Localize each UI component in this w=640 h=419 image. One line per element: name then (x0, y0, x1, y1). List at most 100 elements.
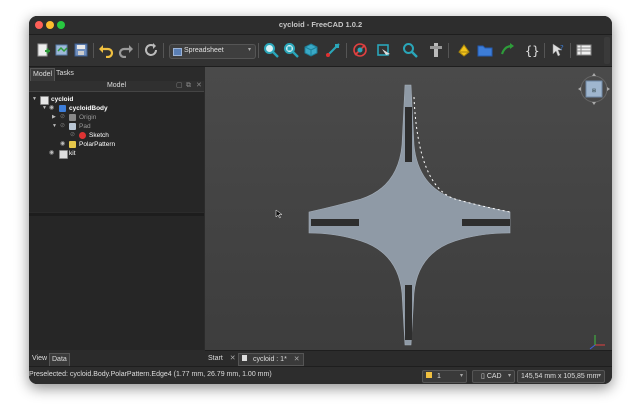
toolbar-scroll-handle[interactable] (604, 37, 610, 64)
visibility-eye-icon[interactable]: ◉ (49, 104, 54, 113)
cursor-icon (275, 209, 283, 219)
title-bar: cycloid - FreeCAD 1.0.2 (29, 16, 612, 35)
tree-item-document[interactable]: ▼ cycloid (29, 95, 204, 105)
tab-label: Start (208, 355, 223, 362)
visibility-hidden-icon[interactable]: ⊘ (60, 113, 65, 122)
stereo-icon[interactable] (375, 41, 393, 59)
visibility-hidden-icon[interactable]: ⊘ (60, 122, 65, 131)
open-file-icon[interactable] (53, 41, 71, 59)
navigation-cube[interactable]: ⊞ (578, 73, 610, 105)
tab-label: cycloid : 1* (252, 356, 287, 363)
model-header: Model ▢ ⧉ ✕ (29, 81, 204, 92)
tree-item-pad[interactable]: ▼ ⊘ Pad (29, 122, 204, 131)
expand-down-icon[interactable]: ▼ (52, 122, 57, 131)
toolbar-separator (93, 43, 94, 58)
polar-pattern-icon (69, 141, 76, 148)
tab-cycloid[interactable]: cycloid : 1* ✕ (238, 353, 304, 366)
link-icon[interactable] (498, 41, 516, 59)
fit-all-icon[interactable] (262, 41, 280, 59)
toolbar-separator (544, 43, 545, 58)
property-tabs: View Data (29, 352, 204, 366)
fit-selection-icon[interactable] (282, 41, 300, 59)
navigation-style-value: CAD (486, 373, 502, 380)
view-cube-icon[interactable] (302, 41, 320, 59)
window-title: cycloid - FreeCAD 1.0.2 (278, 20, 363, 29)
pad-icon (69, 123, 76, 130)
visibility-eye-icon[interactable]: ◉ (49, 149, 54, 158)
folder-icon[interactable] (476, 41, 494, 59)
toolbar-separator (258, 43, 259, 58)
toolbar-separator (163, 43, 164, 58)
spreadsheet-icon[interactable] (575, 41, 593, 59)
unit-icon (426, 372, 432, 378)
visibility-eye-icon[interactable]: ◉ (60, 140, 65, 149)
tree-item-polar-pattern[interactable]: ◉ PolarPattern (29, 140, 204, 149)
tree-item-label: kit (69, 150, 76, 157)
zoom-icon[interactable] (401, 41, 419, 59)
svg-text:{}: {} (525, 44, 539, 58)
3d-viewport[interactable]: ⊞ (205, 67, 612, 350)
tab-start[interactable]: Start ✕ (208, 353, 236, 364)
sync-view-icon[interactable]: ▢ (176, 82, 183, 89)
mouse-icon: ▯ (481, 373, 485, 380)
close-icon[interactable]: ✕ (196, 82, 203, 89)
combo-view-panel: Model Tasks Model ▢ ⧉ ✕ ▼ cycloid ▼ ◉ cy… (29, 67, 204, 350)
chevron-down-icon: ▾ (507, 373, 511, 379)
tab-tasks[interactable]: Tasks (54, 68, 76, 80)
tab-data[interactable]: Data (49, 353, 70, 366)
macro-icon[interactable]: {} (522, 41, 540, 59)
save-icon[interactable] (72, 41, 90, 59)
close-icon[interactable]: ✕ (294, 356, 300, 363)
redo-icon[interactable] (117, 41, 135, 59)
tree-item-origin[interactable]: ▶ ⊘ Origin (29, 113, 204, 122)
tree-item-label: cycloidBody (69, 105, 108, 112)
expand-down-icon[interactable]: ▼ (32, 95, 37, 104)
axis-cross-icon (589, 335, 605, 350)
slot-top (405, 107, 412, 162)
new-file-icon[interactable] (34, 41, 52, 59)
sketch-icon (79, 132, 86, 139)
toolbar-separator (346, 43, 347, 58)
tree-item-kit[interactable]: ◉ kit (29, 149, 204, 159)
expand-down-icon[interactable]: ▼ (42, 104, 47, 113)
spreadsheet-workbench-icon (173, 48, 182, 56)
status-bar: Preselected: cycloid.Body.PolarPattern.E… (29, 366, 612, 384)
measure-icon[interactable] (324, 41, 342, 59)
tree-item-body[interactable]: ▼ ◉ cycloidBody (29, 104, 204, 113)
app-window: cycloid - FreeCAD 1.0.2 Spreadsheet ▾ {}… (29, 16, 612, 384)
tree-item-sketch[interactable]: ⊘ Sketch (29, 131, 204, 140)
toolbar-separator (570, 43, 571, 58)
svg-text:⊞: ⊞ (592, 88, 596, 94)
spreadsheet-object-icon (59, 150, 68, 159)
navigation-style-selector[interactable]: ▯ CAD ▾ (472, 370, 515, 383)
expand-right-icon[interactable]: ▶ (52, 113, 56, 122)
model-tree: ▼ cycloid ▼ ◉ cycloidBody ▶ ⊘ Origin ▼ ⊘… (29, 92, 204, 212)
origin-icon (69, 114, 76, 121)
document-tabs: Start ✕ cycloid : 1* ✕ (205, 350, 612, 366)
tree-item-label: cycloid (51, 96, 74, 103)
workbench-selector-value: Spreadsheet (184, 47, 224, 54)
part-design-icon[interactable] (455, 41, 473, 59)
slot-left (311, 219, 359, 226)
float-panel-icon[interactable]: ⧉ (186, 82, 193, 89)
workbench-selector[interactable]: Spreadsheet ▾ (169, 44, 256, 59)
draw-style-icon[interactable] (351, 41, 369, 59)
close-icon[interactable]: ✕ (230, 355, 236, 362)
property-view (29, 216, 204, 350)
toolbar-separator (448, 43, 449, 58)
visibility-hidden-icon[interactable]: ⊘ (70, 131, 75, 140)
tab-model[interactable]: Model (30, 68, 56, 81)
whats-this-icon[interactable]: ? (549, 41, 567, 59)
page-selector-value: 1 (436, 373, 441, 380)
cycloid-model-view[interactable]: ⊞ (205, 67, 612, 350)
chevron-down-icon: ▾ (459, 373, 463, 379)
undo-icon[interactable] (97, 41, 115, 59)
page-selector[interactable]: 1 ▾ (422, 370, 467, 383)
part-icon[interactable] (427, 41, 445, 59)
dimension-display[interactable]: 145,54 mm x 105,85 mm ▾ (517, 370, 605, 383)
tab-view[interactable]: View (30, 353, 49, 365)
tree-item-label: Origin (79, 114, 97, 121)
main-toolbar: Spreadsheet ▾ {} ? (29, 35, 612, 67)
refresh-icon[interactable] (142, 41, 160, 59)
slot-right (462, 219, 510, 226)
